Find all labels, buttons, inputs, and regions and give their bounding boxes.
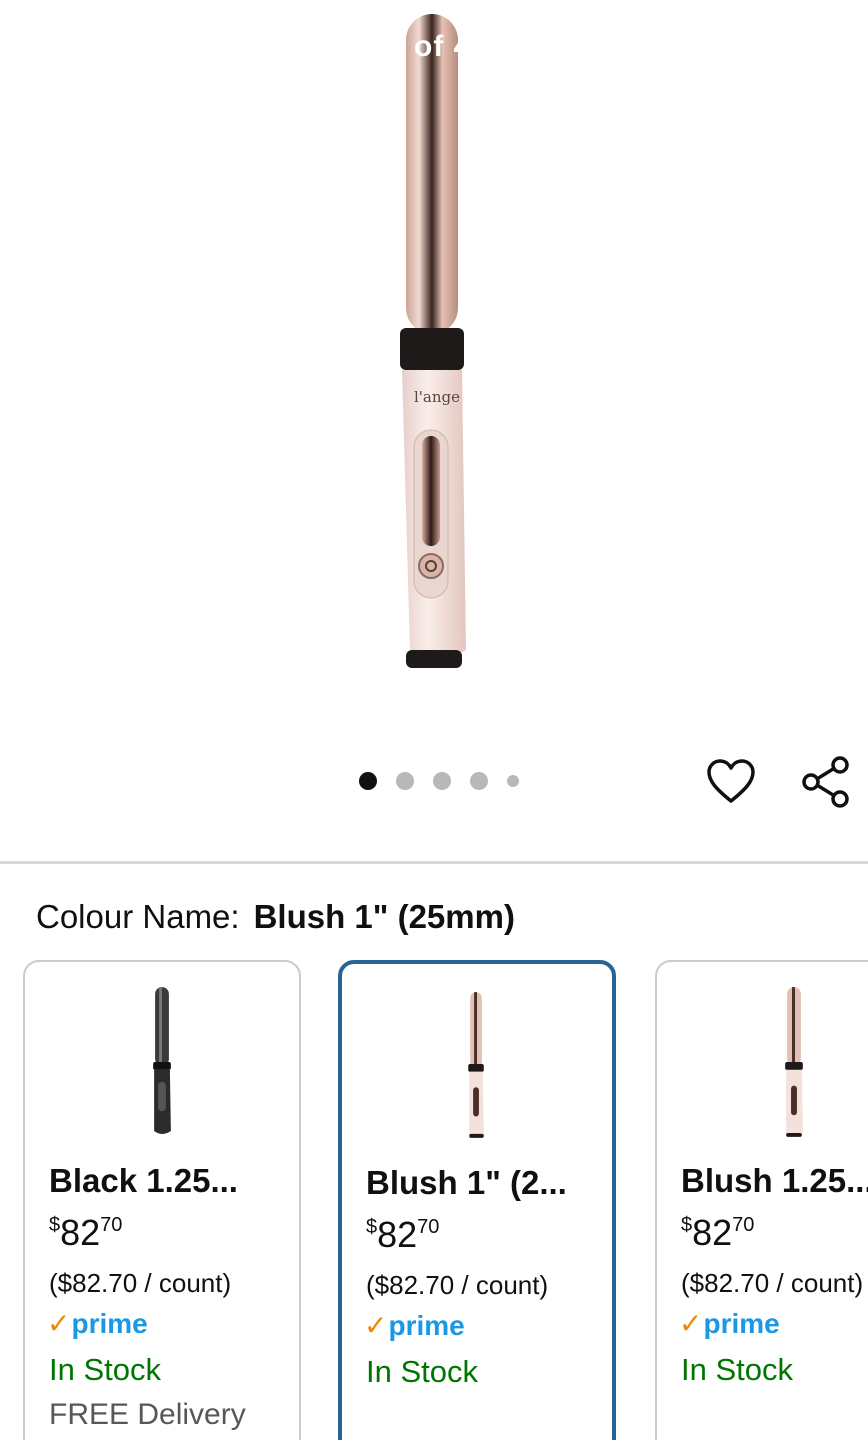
prime-badge: ✓prime <box>47 1307 148 1340</box>
colour-name-row: Colour Name: Blush 1" (25mm) <box>36 898 515 936</box>
price-fraction: 70 <box>417 1216 440 1238</box>
price-whole: 82 <box>692 1212 733 1253</box>
colour-name-value: Blush 1" (25mm) <box>253 898 515 935</box>
prime-badge: ✓prime <box>364 1309 465 1342</box>
pagination-dot-active[interactable] <box>359 772 377 790</box>
product-image-gallery[interactable]: l'ange of 4 <box>0 0 868 862</box>
prime-check-icon: ✓ <box>364 1310 388 1341</box>
price-currency: $ <box>366 1216 378 1238</box>
svg-text:l'ange: l'ange <box>414 388 460 406</box>
variant-price: $8270 <box>366 1214 439 1256</box>
share-icon[interactable] <box>800 756 852 808</box>
variant-thumbnail <box>785 987 803 1137</box>
price-fraction: 70 <box>100 1214 123 1236</box>
prime-label: prime <box>71 1308 148 1339</box>
variant-unit-price: ($82.70 / count) <box>366 1270 549 1300</box>
pagination-dot[interactable] <box>507 775 519 787</box>
heart-icon[interactable] <box>706 758 756 806</box>
variant-thumbnail <box>468 992 484 1138</box>
section-divider <box>0 861 868 864</box>
price-whole: 82 <box>377 1214 418 1255</box>
variant-name: Blush 1.25... <box>681 1162 868 1199</box>
price-fraction: 70 <box>732 1214 755 1236</box>
stock-status: In Stock <box>49 1352 161 1387</box>
colour-name-label: Colour Name: <box>36 898 240 935</box>
price-whole: 82 <box>60 1212 101 1253</box>
variant-price: $8270 <box>49 1212 122 1254</box>
pagination-dot[interactable] <box>433 772 451 790</box>
prime-check-icon: ✓ <box>679 1308 703 1339</box>
prime-badge: ✓prime <box>679 1307 780 1340</box>
variant-card-black[interactable]: Black 1.25... $8270 ($82.70 / count) ✓pr… <box>23 960 301 1440</box>
pagination-dot[interactable] <box>396 772 414 790</box>
prime-label: prime <box>703 1308 780 1339</box>
variant-card-blush-1-25[interactable]: Blush 1.25... $8270 ($82.70 / count) ✓pr… <box>655 960 868 1440</box>
variant-name: Black 1.25... <box>49 1162 238 1199</box>
variant-thumbnail <box>153 987 171 1134</box>
variant-price: $8270 <box>681 1212 754 1254</box>
variant-card-blush-1[interactable]: Blush 1" (2... $8270 ($82.70 / count) ✓p… <box>338 960 616 1440</box>
pagination-dot[interactable] <box>470 772 488 790</box>
variant-unit-price: ($82.70 / count) <box>681 1268 864 1298</box>
image-counter: of 4 <box>414 30 472 63</box>
product-image: l'ange <box>400 14 466 668</box>
image-pagination-dots[interactable] <box>359 772 519 790</box>
prime-check-icon: ✓ <box>47 1308 71 1339</box>
price-currency: $ <box>681 1214 693 1236</box>
variant-name: Blush 1" (2... <box>366 1164 567 1201</box>
price-currency: $ <box>49 1214 61 1236</box>
stock-status: In Stock <box>366 1354 478 1389</box>
variant-unit-price: ($82.70 / count) <box>49 1268 232 1298</box>
prime-label: prime <box>388 1310 465 1341</box>
variant-carousel[interactable]: Black 1.25... $8270 ($82.70 / count) ✓pr… <box>0 960 868 1440</box>
stock-status: In Stock <box>681 1352 793 1387</box>
delivery-info: FREE Delivery <box>49 1398 246 1431</box>
